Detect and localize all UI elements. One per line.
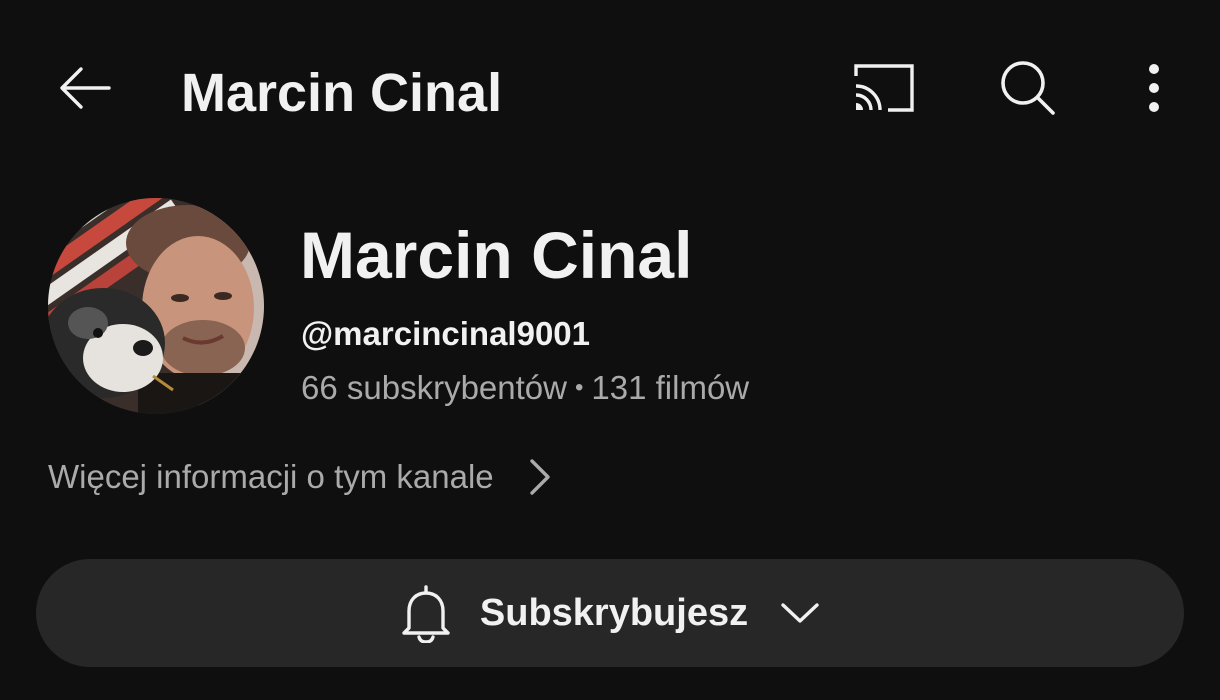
search-button[interactable] — [992, 56, 1064, 124]
search-icon — [998, 58, 1058, 123]
subscribed-button-content: Subskrybujesz — [400, 583, 820, 643]
channel-stats: 66 subskrybentów • 131 filmów — [301, 366, 749, 410]
stats-separator: • — [574, 374, 584, 401]
bell-icon — [400, 583, 452, 643]
back-button[interactable] — [50, 58, 120, 122]
subscriber-count: 66 subskrybentów — [301, 369, 567, 406]
subscribed-label: Subskrybujesz — [479, 592, 749, 634]
video-count: 131 filmów — [591, 369, 750, 406]
more-options-button[interactable] — [1126, 56, 1182, 124]
channel-handle: @marcincinal9001 — [301, 315, 591, 352]
subscribed-button[interactable]: Subskrybujesz — [36, 559, 1184, 667]
more-info-label: Więcej informacji o tym kanale — [48, 458, 494, 495]
cast-button[interactable] — [846, 56, 922, 124]
chevron-down-icon — [780, 601, 820, 625]
more-info-link[interactable]: Więcej informacji o tym kanale — [48, 452, 552, 502]
chevron-right-icon — [528, 457, 552, 497]
arrow-left-icon — [57, 64, 113, 117]
cast-icon — [852, 62, 916, 119]
channel-avatar[interactable] — [48, 198, 264, 414]
channel-name: Marcin Cinal — [300, 218, 693, 292]
top-app-bar: Marcin Cinal — [0, 0, 1220, 185]
page-title: Marcin Cinal — [181, 63, 503, 123]
more-vertical-icon — [1146, 63, 1162, 118]
